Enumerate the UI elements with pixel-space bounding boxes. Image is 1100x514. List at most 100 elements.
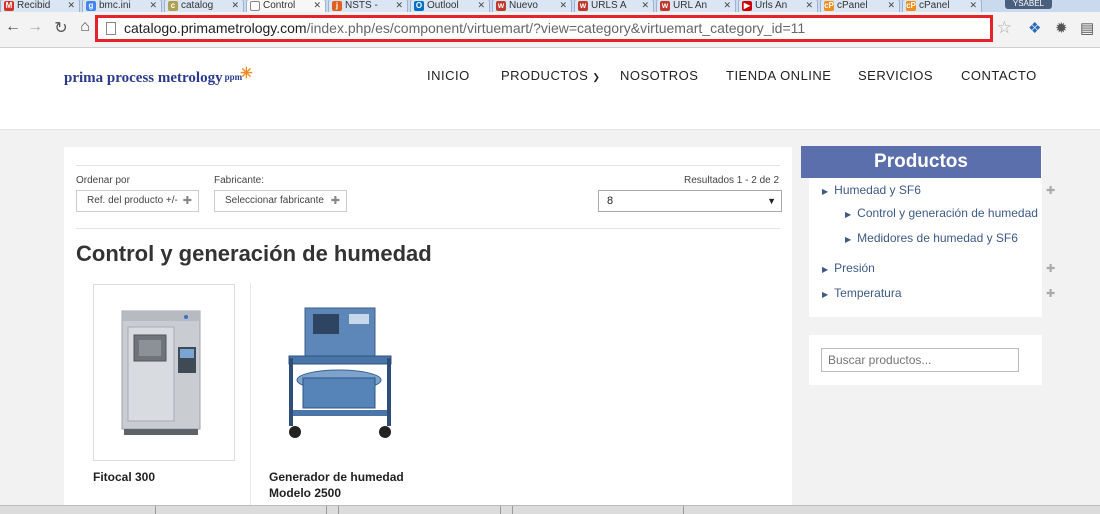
sidebar-title: Productos bbox=[801, 146, 1041, 178]
sidebar-item-control-generacion[interactable]: ▶ Control y generación de humedad bbox=[845, 206, 1038, 220]
forward-arrow-icon[interactable]: → bbox=[25, 18, 45, 36]
plus-icon: ✚ bbox=[330, 195, 340, 207]
extension-icon[interactable]: ❖ bbox=[1028, 19, 1041, 37]
manufacturer-button[interactable]: Seleccionar fabricante ✚ bbox=[214, 190, 347, 212]
divider bbox=[326, 506, 327, 514]
divider bbox=[76, 165, 780, 166]
menu-icon[interactable]: ▤ bbox=[1080, 19, 1094, 37]
tab-label: cPanel bbox=[919, 0, 950, 11]
divider bbox=[338, 506, 339, 514]
nav-nosotros[interactable]: NOSOTROS bbox=[620, 68, 698, 83]
tab-label: cPanel bbox=[837, 0, 868, 11]
search-products-input[interactable] bbox=[821, 348, 1019, 372]
expand-plus-icon[interactable]: ✚ bbox=[1046, 287, 1055, 300]
browser-tab[interactable]: w URL An ✕ bbox=[656, 0, 736, 12]
tab-close-icon[interactable]: ✕ bbox=[477, 0, 485, 11]
per-page-select[interactable]: 8 ▼ bbox=[598, 190, 782, 212]
tab-favicon-icon bbox=[250, 1, 260, 11]
back-arrow-icon[interactable]: ← bbox=[3, 18, 23, 36]
manufacturer-label: Fabricante: bbox=[214, 175, 265, 186]
home-icon[interactable]: ⌂ bbox=[75, 18, 95, 36]
expand-plus-icon[interactable]: ✚ bbox=[1046, 184, 1055, 197]
tab-label: Nuevo bbox=[509, 0, 538, 11]
url-path: /index.php/es/component/virtuemart/?view… bbox=[306, 20, 806, 36]
tab-close-icon[interactable]: ✕ bbox=[67, 0, 75, 11]
tab-close-icon[interactable]: ✕ bbox=[969, 0, 977, 11]
tab-close-icon[interactable]: ✕ bbox=[149, 0, 157, 11]
nav-productos[interactable]: PRODUCTOS ❯ bbox=[501, 68, 600, 83]
product-name-fitocal[interactable]: Fitocal 300 bbox=[93, 469, 155, 485]
url-text[interactable]: catalogo.primametrology.com/index.php/es… bbox=[124, 20, 805, 36]
product-image-fitocal[interactable] bbox=[93, 284, 235, 461]
tab-label: URLS A bbox=[591, 0, 627, 11]
bug-extension-icon[interactable]: ✹ bbox=[1055, 19, 1068, 37]
bookmark-star-icon[interactable]: ☆ bbox=[997, 18, 1012, 38]
browser-toolbar: ← → ↻ ⌂ catalogo.primametrology.com/inde… bbox=[0, 12, 1100, 48]
divider bbox=[155, 506, 156, 514]
triangle-right-icon: ▶ bbox=[822, 187, 829, 196]
divider bbox=[512, 506, 513, 514]
category-title: Control y generación de humedad bbox=[76, 241, 432, 266]
tab-favicon-icon: cP bbox=[906, 1, 916, 11]
status-bar bbox=[0, 505, 1100, 514]
sidebar-item-temperatura[interactable]: ▶ Temperatura bbox=[822, 286, 902, 300]
tab-close-icon[interactable]: ✕ bbox=[559, 0, 567, 11]
browser-tab[interactable]: ▶ Urls An ✕ bbox=[738, 0, 818, 12]
tab-close-icon[interactable]: ✕ bbox=[641, 0, 649, 11]
search-panel bbox=[809, 335, 1042, 385]
product-image-generador[interactable] bbox=[269, 286, 411, 458]
user-badge[interactable]: YSABEL bbox=[1004, 0, 1052, 9]
reload-icon[interactable]: ↻ bbox=[51, 18, 71, 38]
tab-close-icon[interactable]: ✕ bbox=[231, 0, 239, 11]
browser-tab[interactable]: w Nuevo ✕ bbox=[492, 0, 572, 12]
tab-favicon-icon: cP bbox=[824, 1, 834, 11]
triangle-right-icon: ▶ bbox=[845, 210, 852, 219]
nav-tienda-online[interactable]: TIENDA ONLINE bbox=[726, 68, 831, 83]
browser-tab[interactable]: j NSTS - ✕ bbox=[328, 0, 408, 12]
browser-tab[interactable]: cP cPanel ✕ bbox=[820, 0, 900, 12]
browser-tab[interactable]: M Recibid ✕ bbox=[0, 0, 80, 12]
site-header: prima process metrology ppm✳ INICIO PRODU… bbox=[0, 48, 1100, 130]
tab-close-icon[interactable]: ✕ bbox=[313, 0, 321, 11]
tab-favicon-icon: w bbox=[578, 1, 588, 11]
browser-tab[interactable]: w URLS A ✕ bbox=[574, 0, 654, 12]
browser-tab[interactable]: cP cPanel ✕ bbox=[902, 0, 982, 12]
expand-plus-icon[interactable]: ✚ bbox=[1046, 262, 1055, 275]
browser-tab[interactable]: g bmc.ini ✕ bbox=[82, 0, 162, 12]
plus-icon: ✚ bbox=[182, 195, 192, 207]
triangle-right-icon: ▶ bbox=[822, 290, 829, 299]
tab-label: Control bbox=[263, 0, 296, 11]
tab-close-icon[interactable]: ✕ bbox=[395, 0, 403, 11]
divider bbox=[76, 228, 780, 229]
sidebar-item-presion[interactable]: ▶ Presión bbox=[822, 261, 875, 275]
tab-favicon-icon: g bbox=[86, 1, 96, 11]
manufacturer-button-label: Seleccionar fabricante bbox=[225, 195, 324, 206]
browser-tab[interactable]: O Outlool ✕ bbox=[410, 0, 490, 12]
main-navigation: INICIO PRODUCTOS ❯ NOSOTROS TIENDA ONLINE… bbox=[0, 68, 1100, 88]
category-content: Ordenar por Ref. del producto +/- ✚ Fabri… bbox=[64, 147, 792, 514]
browser-tab[interactable]: c catalog ✕ bbox=[164, 0, 244, 12]
humidity-generator-image bbox=[288, 307, 392, 438]
order-by-button[interactable]: Ref. del producto +/- ✚ bbox=[76, 190, 199, 212]
order-by-label: Ref. del producto +/- bbox=[87, 195, 178, 206]
product-name-line2: Modelo 2500 bbox=[269, 486, 342, 500]
tab-close-icon[interactable]: ✕ bbox=[723, 0, 731, 11]
tab-label: Outlool bbox=[427, 0, 459, 11]
sidebar-item-label: Humedad y SF6 bbox=[834, 183, 921, 197]
tab-close-icon[interactable]: ✕ bbox=[805, 0, 813, 11]
nav-contacto[interactable]: CONTACTO bbox=[961, 68, 1037, 83]
sidebar-item-humedad-sf6[interactable]: ▶ Humedad y SF6 bbox=[822, 183, 921, 197]
sidebar-item-label: Presión bbox=[834, 261, 875, 275]
page-icon bbox=[106, 22, 116, 35]
sidebar-item-label: Control y generación de humedad bbox=[857, 206, 1038, 220]
product-name-generador[interactable]: Generador de humedad Modelo 2500 bbox=[269, 469, 404, 501]
tab-label: Urls An bbox=[755, 0, 788, 11]
browser-tab[interactable]: Control ✕ bbox=[246, 0, 326, 12]
divider bbox=[500, 506, 501, 514]
nav-servicios[interactable]: SERVICIOS bbox=[858, 68, 933, 83]
tab-close-icon[interactable]: ✕ bbox=[887, 0, 895, 11]
address-bar[interactable]: catalogo.primametrology.com/index.php/es… bbox=[95, 15, 1012, 42]
nav-productos-label: PRODUCTOS bbox=[501, 68, 589, 83]
sidebar-item-medidores[interactable]: ▶ Medidores de humedad y SF6 bbox=[845, 231, 1018, 245]
nav-inicio[interactable]: INICIO bbox=[427, 68, 470, 83]
